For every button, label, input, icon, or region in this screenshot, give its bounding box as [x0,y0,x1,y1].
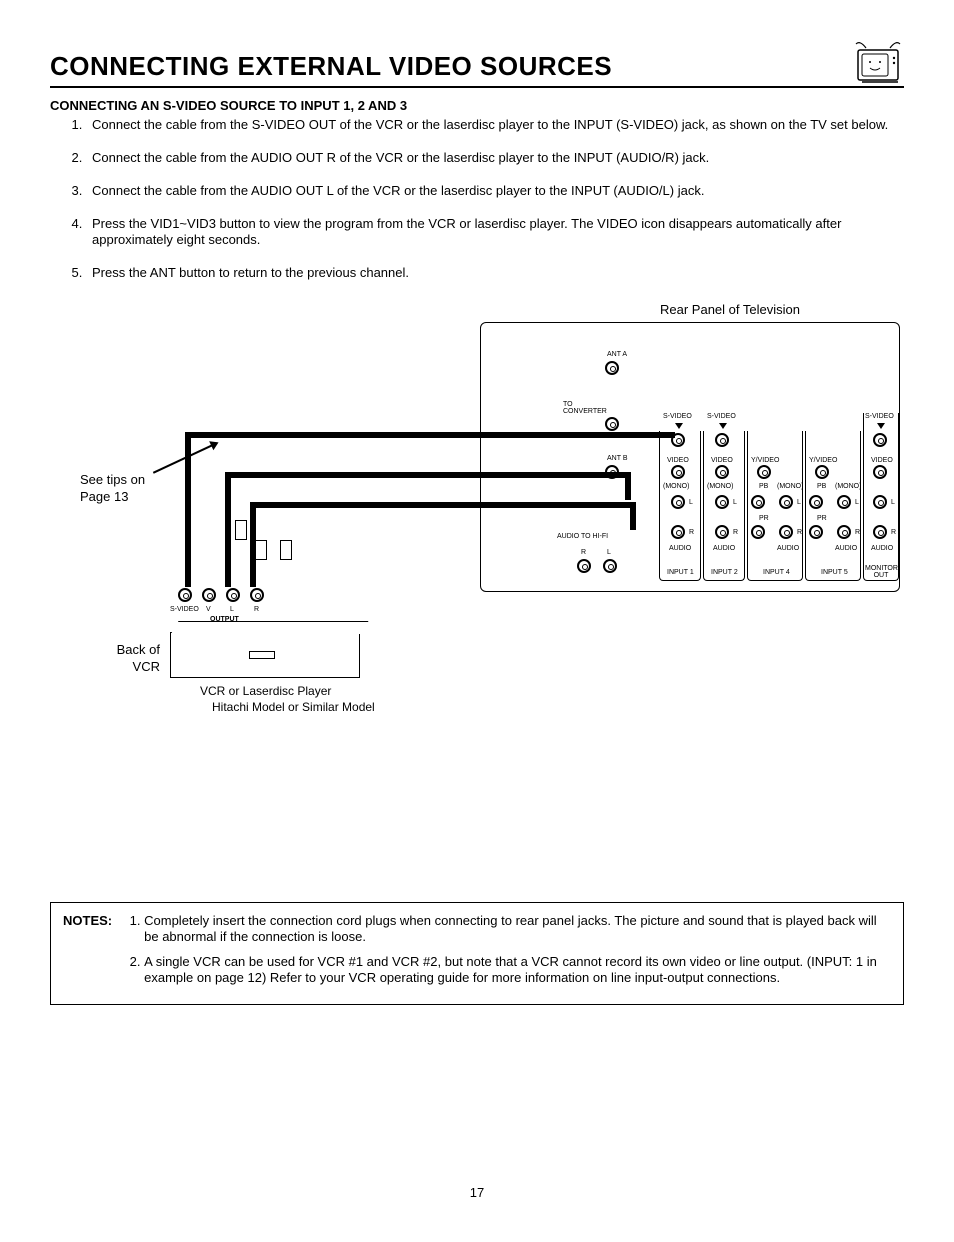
note-item: A single VCR can be used for VCR #1 and … [144,954,891,987]
pb-label: PB [759,483,768,490]
video-label-out: VIDEO [871,457,893,464]
svideo-label-2: S-VIDEO [707,413,736,420]
audio-hifi-label: AUDIO TO HI-FI [557,533,608,540]
audio-label: AUDIO [777,545,799,552]
rear-panel-title: Rear Panel of Television [660,302,800,319]
to-converter-jack [605,417,619,431]
to-converter-label: TO CONVERTER [563,401,603,415]
mono-label: (MONO) [777,483,803,490]
l-cable-v [225,472,231,587]
step-item: Connect the cable from the AUDIO OUT R o… [86,150,904,167]
ferrite-core-icon [280,540,292,560]
r-label: R [855,529,860,536]
hifi-r-label: R [581,549,586,556]
vcr-r-jack [250,588,264,602]
r-label: R [733,529,738,536]
l-cable-drop [625,472,631,500]
instruction-steps: Connect the cable from the S-VIDEO OUT o… [50,117,904,282]
l-cable-h [225,472,625,478]
note-item: Completely insert the connection cord pl… [144,913,891,946]
vcr-box-icon [170,632,360,678]
notes-box: NOTES: Completely insert the connection … [50,902,904,1005]
audio-label: AUDIO [669,545,691,552]
pb-label: PB [817,483,826,490]
section-subheading: CONNECTING AN S-VIDEO SOURCE TO INPUT 1,… [50,98,904,115]
r-label: R [891,529,896,536]
ant-a-jack [605,361,619,375]
triangle-icon [877,423,885,429]
hifi-l-jack [603,559,617,573]
ant-a-label: ANT A [607,351,627,358]
l-label: L [855,499,859,506]
ferrite-core-icon [255,540,267,560]
pr-label: PR [817,515,827,522]
mono-label: (MONO) [663,483,689,490]
input4-label: INPUT 4 [763,569,790,576]
notes-list: Completely insert the connection cord pl… [124,913,891,994]
vcr-svideo-jack [178,588,192,602]
monitor-out-label: MONITOR OUT [865,565,897,579]
video-label: VIDEO [667,457,689,464]
back-of-vcr-label: Back of VCR [100,642,160,676]
r-label: R [797,529,802,536]
vcr-v-label: V [206,606,211,613]
r-label: R [689,529,694,536]
svideo-label-1: S-VIDEO [663,413,692,420]
mono-label: (MONO) [835,483,861,490]
video-label: VIDEO [711,457,733,464]
triangle-icon [675,423,683,429]
notes-label: NOTES: [63,913,112,994]
l-label: L [689,499,693,506]
step-item: Press the ANT button to return to the pr… [86,265,904,282]
l-label: L [891,499,895,506]
connection-diagram: Rear Panel of Television ANT A TO CONVER… [50,302,904,772]
audio-label: AUDIO [835,545,857,552]
vcr-l-jack [226,588,240,602]
vcr-r-label: R [254,606,259,613]
l-label: L [797,499,801,506]
page-title: CONNECTING EXTERNAL VIDEO SOURCES [50,50,612,84]
vcr-slot-icon [249,651,275,659]
tv-mascot-icon [852,40,904,84]
yvideo-label: Y/VIDEO [809,457,837,464]
rear-panel-box: ANT A TO CONVERTER ANT B AUDIO TO HI-FI … [480,322,900,592]
input2-label: INPUT 2 [711,569,738,576]
see-tips-label: See tips on Page 13 [80,472,160,506]
r-cable-drop [630,502,636,530]
hifi-r-jack [577,559,591,573]
yvideo-label: Y/VIDEO [751,457,779,464]
svideo-cable-h [185,432,675,438]
audio-label: AUDIO [871,545,893,552]
vcr-l-label: L [230,606,234,613]
pr-label: PR [759,515,769,522]
hifi-l-label: L [607,549,611,556]
ferrite-core-icon [235,520,247,540]
vcr-v-jack [202,588,216,602]
l-label: L [733,499,737,506]
r-cable-h [250,502,630,508]
vcr-caption2: Hitachi Model or Similar Model [212,700,375,716]
input1-label: INPUT 1 [667,569,694,576]
vcr-svideo-label: S-VIDEO [170,606,199,613]
input5-label: INPUT 5 [821,569,848,576]
ant-b-label: ANT B [607,455,628,462]
triangle-icon [719,423,727,429]
vcr-caption1: VCR or Laserdisc Player [200,684,331,700]
step-item: Press the VID1~VID3 button to view the p… [86,216,904,250]
svideo-label-out: S-VIDEO [865,413,894,420]
step-item: Connect the cable from the S-VIDEO OUT o… [86,117,904,134]
audio-label: AUDIO [713,545,735,552]
page-number: 17 [50,1185,904,1202]
mono-label: (MONO) [707,483,733,490]
step-item: Connect the cable from the AUDIO OUT L o… [86,183,904,200]
